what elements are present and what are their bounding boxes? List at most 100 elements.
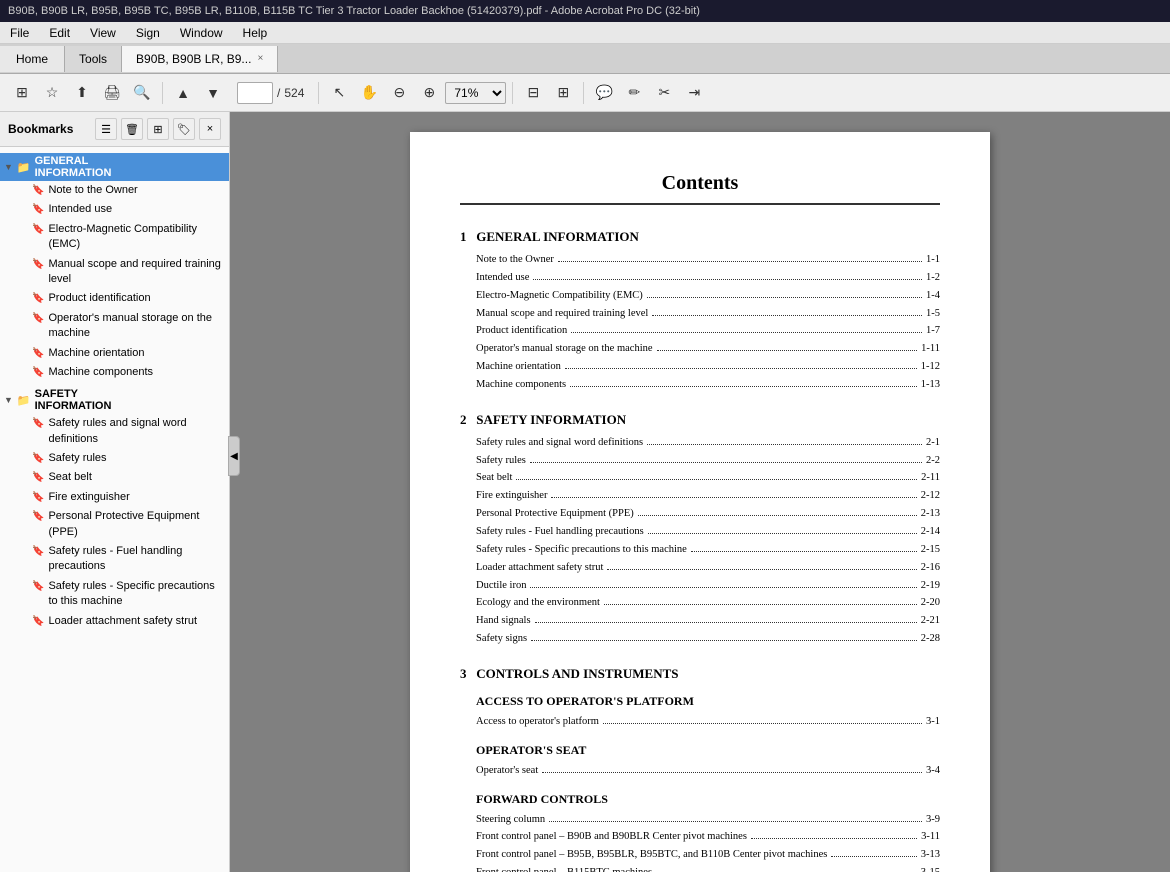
print-button[interactable]: 🖨 — [98, 79, 126, 107]
label-note-to-owner: Note to the Owner — [48, 183, 137, 198]
tab-document[interactable]: B90B, B90B LR, B9... × — [122, 46, 278, 72]
sidebar-item-product-id[interactable]: 🔖 Product identification — [0, 289, 229, 308]
sep3 — [512, 82, 513, 104]
zoom-out-button[interactable]: ⊖ — [385, 79, 413, 107]
sidebar-expand-button[interactable]: ⊞ — [147, 118, 169, 140]
toc-entry-machine-components: Machine components 1-13 — [476, 376, 940, 394]
comment-button[interactable]: 💬 — [590, 79, 618, 107]
toc-entry-emc: Electro-Magnetic Compatibility (EMC) 1-4 — [476, 287, 940, 305]
toc-section-3-entries: ACCESS TO OPERATOR'S PLATFORM Access to … — [460, 694, 940, 872]
prev-page-button[interactable]: ▲ — [169, 79, 197, 107]
sidebar-delete-button[interactable]: 🗑 — [121, 118, 143, 140]
menu-window[interactable]: Window — [170, 24, 233, 42]
label-specific-precautions: Safety rules - Specific precautions to t… — [48, 579, 225, 610]
tab-bar: Home Tools B90B, B90B LR, B9... × — [0, 44, 1170, 74]
new-button[interactable]: ⊞ — [8, 79, 36, 107]
sidebar-item-loader-strut[interactable]: 🔖 Loader attachment safety strut — [0, 612, 229, 631]
sidebar-item-machine-components[interactable]: 🔖 Machine components — [0, 363, 229, 382]
cursor-tool[interactable]: ↖ — [325, 79, 353, 107]
toc-entry-product-id: Product identification 1-7 — [476, 322, 940, 340]
sidebar-tag-button[interactable]: 🏷 — [173, 118, 195, 140]
menu-help[interactable]: Help — [233, 24, 278, 42]
tab-close-button[interactable]: × — [257, 53, 263, 64]
toc-entry-ppe: Personal Protective Equipment (PPE) 2-13 — [476, 505, 940, 523]
safety-info-label: SAFETYINFORMATION — [35, 388, 112, 412]
bookmark-section-general: ▼ 📁 GENERALINFORMATION 🔖 Note to the Own… — [0, 151, 229, 384]
search-button[interactable]: 🔍 — [128, 79, 156, 107]
sidebar-item-fuel-handling[interactable]: 🔖 Safety rules - Fuel handling precautio… — [0, 542, 229, 577]
bookmark-icon-s3: 🔖 — [32, 471, 44, 485]
label-product-id: Product identification — [48, 291, 150, 306]
bookmark-icon-s4: 🔖 — [32, 491, 44, 505]
general-info-items: 🔖 Note to the Owner 🔖 Intended use 🔖 Ele… — [0, 181, 229, 382]
sidebar-item-specific-precautions[interactable]: 🔖 Safety rules - Specific precautions to… — [0, 577, 229, 612]
toc-entry-safety-rules: Safety rules 2-2 — [476, 452, 940, 470]
sidebar-item-safety-rules-defs[interactable]: 🔖 Safety rules and signal word definitio… — [0, 414, 229, 449]
sidebar-options-button[interactable]: ☰ — [95, 118, 117, 140]
collapse-safety-icon[interactable]: ▼ — [4, 395, 13, 405]
label-loader-strut: Loader attachment safety strut — [48, 614, 197, 629]
next-page-button[interactable]: ▼ — [199, 79, 227, 107]
menu-view[interactable]: View — [80, 24, 126, 42]
toc-entry-front-panel-b115b: Front control panel – B115BTC machines 3… — [476, 864, 940, 872]
tab-home[interactable]: Home — [0, 46, 65, 72]
bookmark-icon-2: 🔖 — [32, 203, 44, 217]
sidebar: Bookmarks ☰ 🗑 ⊞ 🏷 × ▼ 📁 GENERALINFORMATI… — [0, 112, 230, 872]
pdf-area: Contents 1 GENERAL INFORMATION Note to t… — [230, 112, 1170, 872]
label-safety-rules-defs: Safety rules and signal word definitions — [48, 416, 225, 447]
bookmark-icon-7: 🔖 — [32, 347, 44, 361]
tab-tools[interactable]: Tools — [65, 46, 122, 72]
label-intended-use: Intended use — [48, 202, 112, 217]
redact-button[interactable]: ✂ — [650, 79, 678, 107]
label-ppe: Personal Protective Equipment (PPE) — [48, 509, 225, 540]
fit-page-button[interactable]: ⊟ — [519, 79, 547, 107]
menu-edit[interactable]: Edit — [39, 24, 80, 42]
toc-entry-front-panel-b90b: Front control panel – B90B and B90BLR Ce… — [476, 828, 940, 846]
fit-width-button[interactable]: ⊞ — [549, 79, 577, 107]
page-number-input[interactable]: 2 — [237, 82, 273, 104]
sidebar-item-seat-belt[interactable]: 🔖 Seat belt — [0, 468, 229, 487]
tab-document-label: B90B, B90B LR, B9... — [136, 52, 251, 66]
menu-file[interactable]: File — [0, 24, 39, 42]
sidebar-item-fire-extinguisher[interactable]: 🔖 Fire extinguisher — [0, 488, 229, 507]
sidebar-item-emc[interactable]: 🔖 Electro-Magnetic Compatibility (EMC) — [0, 220, 229, 255]
toc-entry-intended-use: Intended use 1-2 — [476, 269, 940, 287]
sep2 — [318, 82, 319, 104]
label-fire-extinguisher: Fire extinguisher — [48, 490, 129, 505]
sidebar-item-note-to-owner[interactable]: 🔖 Note to the Owner — [0, 181, 229, 200]
share-button[interactable]: ⇥ — [680, 79, 708, 107]
zoom-select[interactable]: 71% 50% 75% 100% 125% 150% — [445, 82, 506, 104]
bookmark-icon-4: 🔖 — [32, 258, 44, 272]
highlight-button[interactable]: ✏ — [620, 79, 648, 107]
sidebar-collapse-handle[interactable]: ◀ — [228, 436, 240, 476]
toc-section-2-header: 2 SAFETY INFORMATION — [460, 412, 940, 428]
bookmark-icon-s6: 🔖 — [32, 545, 44, 559]
bookmark-section-safety: ▼ 📁 SAFETYINFORMATION 🔖 Safety rules and… — [0, 384, 229, 633]
collapse-general-icon[interactable]: ▼ — [4, 162, 13, 172]
title-bar: B90B, B90B LR, B95B, B95B TC, B95B LR, B… — [0, 0, 1170, 22]
menu-bar: File Edit View Sign Window Help — [0, 22, 1170, 44]
sidebar-item-safety-info[interactable]: ▼ 📁 SAFETYINFORMATION — [0, 386, 229, 414]
toc-section-2-entries: Safety rules and signal word definitions… — [460, 434, 940, 648]
sidebar-item-general-info[interactable]: ▼ 📁 GENERALINFORMATION — [0, 153, 229, 181]
menu-sign[interactable]: Sign — [126, 24, 170, 42]
sidebar-item-manual-scope[interactable]: 🔖 Manual scope and required training lev… — [0, 255, 229, 290]
toc-section-1-entries: Note to the Owner 1-1 Intended use 1-2 E… — [460, 251, 940, 394]
toc-entry-front-panel-b95b: Front control panel – B95B, B95BLR, B95B… — [476, 846, 940, 864]
sidebar-item-intended-use[interactable]: 🔖 Intended use — [0, 200, 229, 219]
toc-section-1-header: 1 GENERAL INFORMATION — [460, 229, 940, 245]
bookmark-button[interactable]: ☆ — [38, 79, 66, 107]
toc-entry-steering: Steering column 3-9 — [476, 811, 940, 829]
sidebar-item-ppe[interactable]: 🔖 Personal Protective Equipment (PPE) — [0, 507, 229, 542]
open-button[interactable]: ⬆ — [68, 79, 96, 107]
sidebar-item-safety-rules[interactable]: 🔖 Safety rules — [0, 449, 229, 468]
sidebar-close-button[interactable]: × — [199, 118, 221, 140]
label-emc: Electro-Magnetic Compatibility (EMC) — [48, 222, 225, 253]
bookmark-icon-s1: 🔖 — [32, 417, 44, 431]
hand-tool[interactable]: ✋ — [355, 79, 383, 107]
toc-entry-fire-extinguisher: Fire extinguisher 2-12 — [476, 487, 940, 505]
sidebar-item-manual-storage[interactable]: 🔖 Operator's manual storage on the machi… — [0, 309, 229, 344]
sidebar-item-machine-orientation[interactable]: 🔖 Machine orientation — [0, 344, 229, 363]
toc-entry-manual-scope: Manual scope and required training level… — [476, 305, 940, 323]
zoom-in-button[interactable]: ⊕ — [415, 79, 443, 107]
